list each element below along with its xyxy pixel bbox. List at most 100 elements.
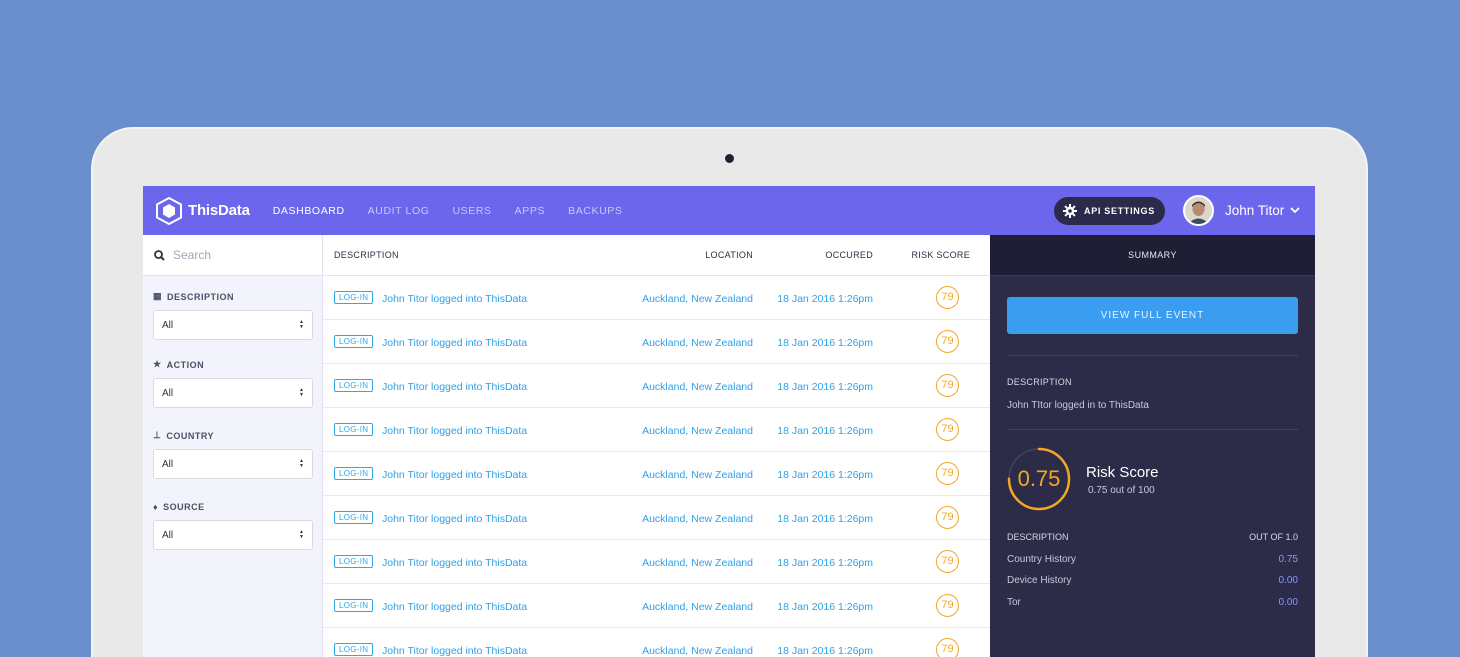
event-description[interactable]: John Titor logged into ThisData (382, 425, 527, 437)
nav-audit-log[interactable]: AUDIT LOG (368, 205, 430, 217)
event-description[interactable]: John Titor logged into ThisData (382, 381, 527, 393)
event-description[interactable]: John Titor logged into ThisData (382, 469, 527, 481)
action-tag: LOG-IN (334, 291, 374, 304)
hexagon-logo-icon (156, 196, 182, 225)
app-screen: ThisData DASHBOARD AUDIT LOG USERS APPS … (143, 186, 1315, 657)
table-header: DESCRIPTION LOCATION OCCURED RISK SCORE (323, 235, 990, 276)
table-row[interactable]: LOG-IN John Titor logged into ThisData Auc… (323, 496, 990, 540)
breakdown-name: Device History (1007, 575, 1072, 586)
risk-score-subtitle: 0.75 out of 100 (1088, 485, 1155, 496)
event-location[interactable]: Auckland, New Zealand (642, 337, 753, 349)
event-location[interactable]: Auckland, New Zealand (642, 469, 753, 481)
event-location[interactable]: Auckland, New Zealand (642, 425, 753, 437)
event-time[interactable]: 18 Jan 2016 1:26pm (777, 293, 873, 305)
table-row[interactable]: LOG-IN John Titor logged into ThisData Auc… (323, 320, 990, 364)
event-time[interactable]: 18 Jan 2016 1:26pm (777, 469, 873, 481)
event-description[interactable]: John Titor logged into ThisData (382, 337, 527, 349)
breakdown-value: 0.75 (1278, 554, 1298, 565)
action-tag: LOG-IN (334, 643, 374, 656)
event-time[interactable]: 18 Jan 2016 1:26pm (777, 513, 873, 525)
calendar-icon: ▦ (153, 291, 163, 301)
api-settings-label: API SETTINGS (1084, 206, 1155, 216)
filter-label: DESCRIPTION (167, 291, 235, 302)
user-name: John Titor (1225, 203, 1285, 218)
risk-gauge: 0.75 (1007, 447, 1071, 511)
table-row[interactable]: LOG-IN John Titor logged into ThisData Auc… (323, 452, 990, 496)
divider (1007, 429, 1298, 430)
event-time[interactable]: 18 Jan 2016 1:26pm (777, 381, 873, 393)
view-full-event-button[interactable]: VIEW FULL EVENT (1007, 297, 1298, 334)
action-tag: LOG-IN (334, 467, 374, 480)
column-description[interactable]: DESCRIPTION (334, 250, 399, 260)
event-time[interactable]: 18 Jan 2016 1:26pm (777, 337, 873, 349)
source-select[interactable]: All ▲ ▼ (153, 520, 313, 550)
column-location[interactable]: LOCATION (705, 250, 753, 260)
filter-source: ♦ SOURCE All ▲ ▼ (153, 502, 313, 550)
search-input[interactable] (173, 248, 313, 262)
api-settings-button[interactable]: API SETTINGS (1054, 197, 1165, 225)
description-select[interactable]: All ▲ ▼ (153, 310, 313, 340)
table-row[interactable]: LOG-IN John Titor logged into ThisData Auc… (323, 408, 990, 452)
event-description[interactable]: John Titor logged into ThisData (382, 513, 527, 525)
breakdown-name: Country History (1007, 554, 1076, 565)
breakdown-label: DESCRIPTION (1007, 532, 1069, 542)
event-description[interactable]: John Titor logged into ThisData (382, 645, 527, 657)
event-time[interactable]: 18 Jan 2016 1:26pm (777, 601, 873, 613)
select-arrows-icon: ▲ ▼ (299, 529, 304, 540)
event-location[interactable]: Auckland, New Zealand (642, 645, 753, 657)
risk-score-badge: 79 (936, 286, 959, 309)
event-time[interactable]: 18 Jan 2016 1:26pm (777, 557, 873, 569)
filter-description: ▦ DESCRIPTION All ▲ ▼ (153, 291, 313, 340)
search-icon (154, 249, 165, 261)
event-location[interactable]: Auckland, New Zealand (642, 601, 753, 613)
gear-icon (1063, 204, 1077, 218)
event-description[interactable]: John Titor logged into ThisData (382, 293, 527, 305)
user-menu[interactable]: John Titor (1183, 195, 1300, 226)
nav-backups[interactable]: BACKUPS (568, 205, 622, 217)
nav-users[interactable]: USERS (452, 205, 491, 217)
table-row[interactable]: LOG-IN John Titor logged into ThisData Auc… (323, 540, 990, 584)
column-occured[interactable]: OCCURED (825, 250, 873, 260)
breakdown-value: 0.00 (1278, 575, 1298, 586)
app-logo[interactable]: ThisData (156, 196, 250, 225)
event-location[interactable]: Auckland, New Zealand (642, 557, 753, 569)
avatar (1183, 195, 1214, 226)
action-tag: LOG-IN (334, 555, 374, 568)
table-row[interactable]: LOG-IN John Titor logged into ThisData Auc… (323, 276, 990, 320)
star-icon: ★ (153, 359, 162, 369)
nav-apps[interactable]: APPS (515, 205, 545, 217)
action-select[interactable]: All ▲ ▼ (153, 378, 313, 408)
filter-sidebar: ▦ DESCRIPTION All ▲▼ ★ ACTION All ▲▼ ⊥ C… (143, 235, 323, 657)
event-time[interactable]: 18 Jan 2016 1:26pm (777, 645, 873, 657)
select-arrows-icon: ▲ ▼ (299, 319, 304, 330)
breakdown-name: Tor (1007, 597, 1021, 608)
select-arrows-icon: ▲ ▼ (299, 387, 304, 398)
table-row[interactable]: LOG-IN John Titor logged into ThisData Auc… (323, 584, 990, 628)
select-value: All (162, 319, 174, 331)
camera-dot (725, 154, 734, 163)
nav-dashboard[interactable]: DASHBOARD (273, 205, 345, 217)
select-arrows-icon: ▲ ▼ (299, 458, 304, 469)
event-description[interactable]: John Titor logged into ThisData (382, 557, 527, 569)
risk-score-badge: 79 (936, 594, 959, 617)
filter-label: ACTION (166, 359, 205, 370)
table-row[interactable]: LOG-IN John Titor logged into ThisData Auc… (323, 628, 990, 657)
column-risk-score[interactable]: RISK SCORE (911, 250, 970, 260)
filter-label: SOURCE (163, 502, 205, 512)
event-time[interactable]: 18 Jan 2016 1:26pm (777, 425, 873, 437)
event-location[interactable]: Auckland, New Zealand (642, 513, 753, 525)
filter-label: COUNTRY (166, 430, 215, 441)
table-row[interactable]: LOG-IN John Titor logged into ThisData Auc… (323, 364, 990, 408)
breakdown-row-device-history: Device History 0.00 (1007, 575, 1298, 586)
table-body: LOG-IN John Titor logged into ThisData Auc… (323, 276, 990, 657)
breakdown-out-of: OUT OF 1.0 (1249, 532, 1298, 542)
event-location[interactable]: Auckland, New Zealand (642, 293, 753, 305)
country-select[interactable]: All ▲ ▼ (153, 449, 313, 479)
select-value: All (162, 387, 174, 399)
event-description[interactable]: John Titor logged into ThisData (382, 601, 527, 613)
event-location[interactable]: Auckland, New Zealand (642, 381, 753, 393)
chevron-down-icon (1290, 207, 1300, 214)
risk-score-badge: 79 (936, 506, 959, 529)
risk-score-badge: 79 (936, 330, 959, 353)
risk-score-badge: 79 (936, 638, 959, 657)
